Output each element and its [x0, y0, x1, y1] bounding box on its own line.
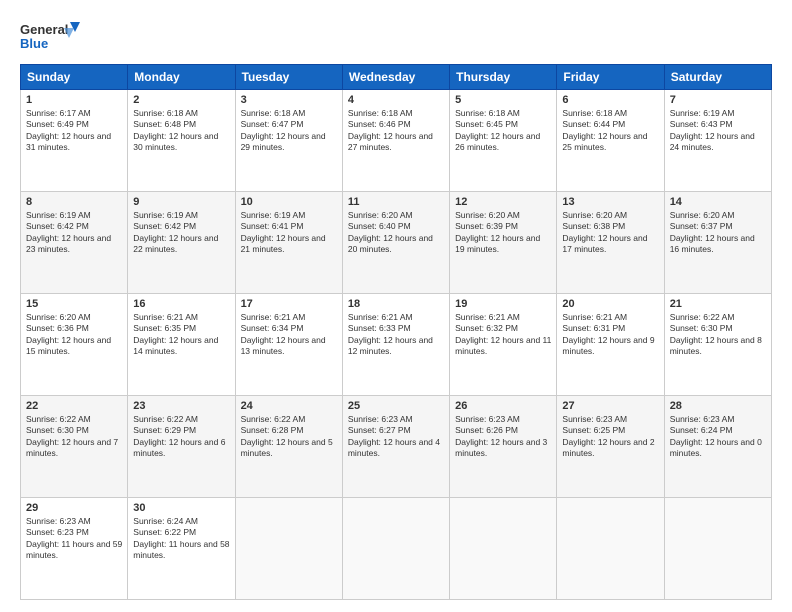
col-monday: Monday	[128, 65, 235, 90]
day-24: 24 Sunrise: 6:22 AMSunset: 6:28 PMDaylig…	[235, 396, 342, 498]
day-6: 6 Sunrise: 6:18 AMSunset: 6:44 PMDayligh…	[557, 90, 664, 192]
day-12: 12 Sunrise: 6:20 AMSunset: 6:39 PMDaylig…	[450, 192, 557, 294]
day-28: 28 Sunrise: 6:23 AMSunset: 6:24 PMDaylig…	[664, 396, 771, 498]
day-5: 5 Sunrise: 6:18 AMSunset: 6:45 PMDayligh…	[450, 90, 557, 192]
svg-text:General: General	[20, 22, 68, 37]
col-wednesday: Wednesday	[342, 65, 449, 90]
page-header: General Blue	[20, 18, 772, 54]
day-20: 20 Sunrise: 6:21 AMSunset: 6:31 PMDaylig…	[557, 294, 664, 396]
day-22: 22 Sunrise: 6:22 AMSunset: 6:30 PMDaylig…	[21, 396, 128, 498]
calendar-table: Sunday Monday Tuesday Wednesday Thursday…	[20, 64, 772, 600]
day-16: 16 Sunrise: 6:21 AMSunset: 6:35 PMDaylig…	[128, 294, 235, 396]
empty-1	[235, 498, 342, 600]
day-10: 10 Sunrise: 6:19 AMSunset: 6:41 PMDaylig…	[235, 192, 342, 294]
day-4: 4 Sunrise: 6:18 AMSunset: 6:46 PMDayligh…	[342, 90, 449, 192]
day-23: 23 Sunrise: 6:22 AMSunset: 6:29 PMDaylig…	[128, 396, 235, 498]
col-friday: Friday	[557, 65, 664, 90]
col-tuesday: Tuesday	[235, 65, 342, 90]
day-25: 25 Sunrise: 6:23 AMSunset: 6:27 PMDaylig…	[342, 396, 449, 498]
calendar-week-4: 22 Sunrise: 6:22 AMSunset: 6:30 PMDaylig…	[21, 396, 772, 498]
calendar-week-1: 1 Sunrise: 6:17 AMSunset: 6:49 PMDayligh…	[21, 90, 772, 192]
day-21: 21 Sunrise: 6:22 AMSunset: 6:30 PMDaylig…	[664, 294, 771, 396]
day-15: 15 Sunrise: 6:20 AMSunset: 6:36 PMDaylig…	[21, 294, 128, 396]
logo: General Blue	[20, 18, 80, 54]
day-9: 9 Sunrise: 6:19 AMSunset: 6:42 PMDayligh…	[128, 192, 235, 294]
day-27: 27 Sunrise: 6:23 AMSunset: 6:25 PMDaylig…	[557, 396, 664, 498]
day-1: 1 Sunrise: 6:17 AMSunset: 6:49 PMDayligh…	[21, 90, 128, 192]
day-29: 29 Sunrise: 6:23 AMSunset: 6:23 PMDaylig…	[21, 498, 128, 600]
day-19: 19 Sunrise: 6:21 AMSunset: 6:32 PMDaylig…	[450, 294, 557, 396]
empty-2	[342, 498, 449, 600]
calendar-week-3: 15 Sunrise: 6:20 AMSunset: 6:36 PMDaylig…	[21, 294, 772, 396]
svg-text:Blue: Blue	[20, 36, 48, 51]
day-3: 3 Sunrise: 6:18 AMSunset: 6:47 PMDayligh…	[235, 90, 342, 192]
day-17: 17 Sunrise: 6:21 AMSunset: 6:34 PMDaylig…	[235, 294, 342, 396]
empty-5	[664, 498, 771, 600]
day-26: 26 Sunrise: 6:23 AMSunset: 6:26 PMDaylig…	[450, 396, 557, 498]
empty-4	[557, 498, 664, 600]
day-11: 11 Sunrise: 6:20 AMSunset: 6:40 PMDaylig…	[342, 192, 449, 294]
day-8: 8 Sunrise: 6:19 AMSunset: 6:42 PMDayligh…	[21, 192, 128, 294]
day-7: 7 Sunrise: 6:19 AMSunset: 6:43 PMDayligh…	[664, 90, 771, 192]
empty-3	[450, 498, 557, 600]
calendar-header-row: Sunday Monday Tuesday Wednesday Thursday…	[21, 65, 772, 90]
col-thursday: Thursday	[450, 65, 557, 90]
col-sunday: Sunday	[21, 65, 128, 90]
logo-svg: General Blue	[20, 18, 80, 54]
day-14: 14 Sunrise: 6:20 AMSunset: 6:37 PMDaylig…	[664, 192, 771, 294]
day-30: 30 Sunrise: 6:24 AMSunset: 6:22 PMDaylig…	[128, 498, 235, 600]
day-2: 2 Sunrise: 6:18 AMSunset: 6:48 PMDayligh…	[128, 90, 235, 192]
calendar-week-2: 8 Sunrise: 6:19 AMSunset: 6:42 PMDayligh…	[21, 192, 772, 294]
col-saturday: Saturday	[664, 65, 771, 90]
day-13: 13 Sunrise: 6:20 AMSunset: 6:38 PMDaylig…	[557, 192, 664, 294]
day-18: 18 Sunrise: 6:21 AMSunset: 6:33 PMDaylig…	[342, 294, 449, 396]
calendar-week-5: 29 Sunrise: 6:23 AMSunset: 6:23 PMDaylig…	[21, 498, 772, 600]
